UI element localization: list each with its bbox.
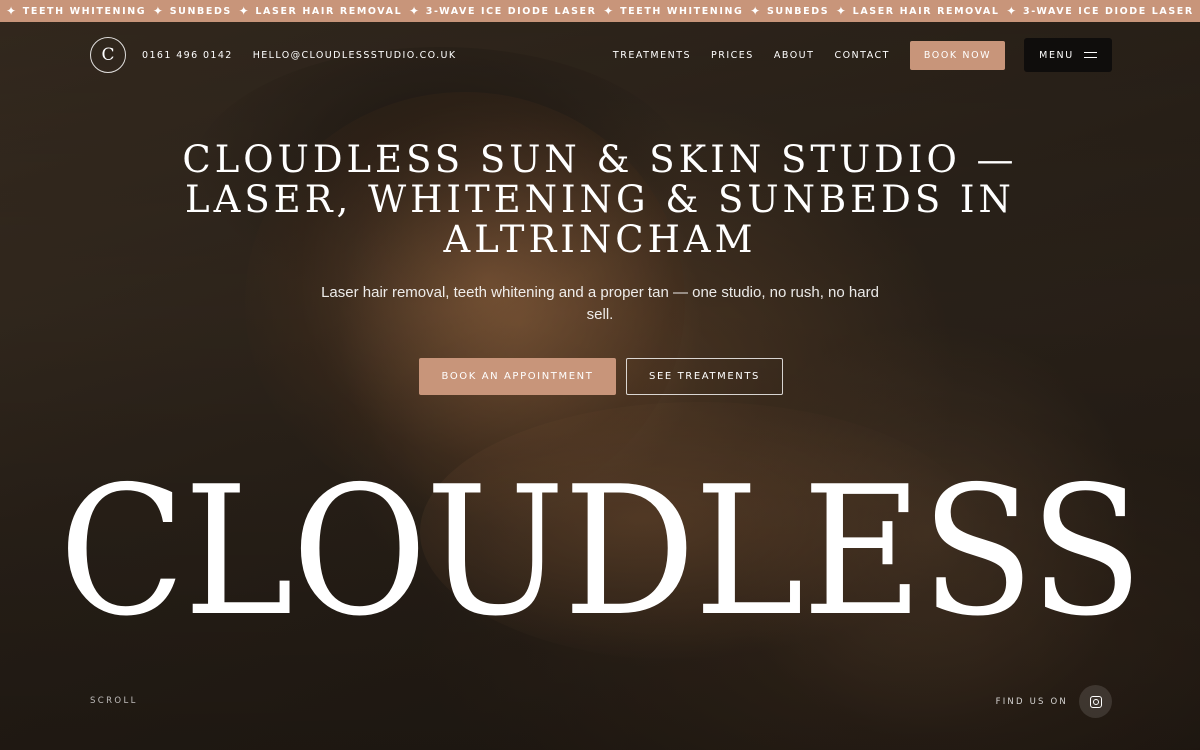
phone-link[interactable]: 0161 496 0142	[142, 50, 233, 61]
instagram-link[interactable]	[1079, 685, 1112, 718]
star-icon: ✦	[750, 4, 761, 18]
hero-subtitle: Laser hair removal, teeth whitening and …	[321, 284, 879, 323]
nav-prices[interactable]: Prices	[711, 50, 754, 61]
nav-contact[interactable]: Contact	[834, 50, 890, 61]
hamburger-icon	[1083, 52, 1097, 58]
star-icon: ✦	[408, 4, 420, 18]
social-links: Find us on	[996, 685, 1112, 718]
menu-button[interactable]: Menu	[1024, 38, 1112, 72]
site-header: C 0161 496 0142 hello@cloudlessstudio.co…	[90, 37, 1112, 73]
logo[interactable]: C	[90, 37, 126, 73]
scroll-indicator[interactable]: Scroll	[90, 696, 138, 706]
ticker-item: Laser Hair Removal	[255, 5, 403, 17]
email-link[interactable]: hello@cloudlessstudio.co.uk	[253, 50, 457, 61]
star-icon: ✦	[835, 4, 846, 18]
ticker-item: Teeth Whitening	[620, 5, 744, 17]
brand-wordmark: CLOUDLESS	[58, 448, 1143, 655]
book-now-button[interactable]: Book Now	[910, 40, 1005, 70]
ticker-item: Sunbeds	[169, 5, 232, 17]
ticker-item: 3-Wave Ice Diode Laser	[1023, 5, 1194, 17]
nav-treatments[interactable]: Treatments	[613, 50, 691, 61]
star-icon: ✦	[1006, 4, 1017, 18]
ticker-item: 3-Wave Ice Diode Laser	[425, 5, 597, 17]
ticker-item: Laser Hair Removal	[852, 5, 1000, 17]
menu-label: Menu	[1039, 49, 1074, 61]
book-appointment-button[interactable]: Book an appointment	[419, 358, 616, 395]
page-title: Cloudless Sun & Skin Studio — Laser, Whi…	[182, 138, 1018, 261]
announcement-ticker: ✦ Teeth Whitening ✦ Sunbeds ✦ Laser Hair…	[0, 0, 1200, 22]
ticker-item: Sunbeds	[766, 5, 830, 17]
nav-about[interactable]: About	[774, 50, 815, 61]
star-icon: ✦	[152, 4, 163, 18]
see-treatments-button[interactable]: See treatments	[626, 358, 783, 395]
star-icon: ✦	[238, 4, 249, 18]
find-us-label: Find us on	[995, 696, 1068, 707]
star-icon: ✦	[6, 4, 17, 18]
instagram-icon	[1089, 695, 1102, 708]
main-nav: Treatments Prices About Contact Book Now…	[593, 38, 1112, 72]
star-icon: ✦	[603, 4, 614, 18]
ticker-item: Teeth Whitening	[22, 5, 147, 17]
hero-cta-group: Book an appointment See treatments	[419, 358, 783, 395]
